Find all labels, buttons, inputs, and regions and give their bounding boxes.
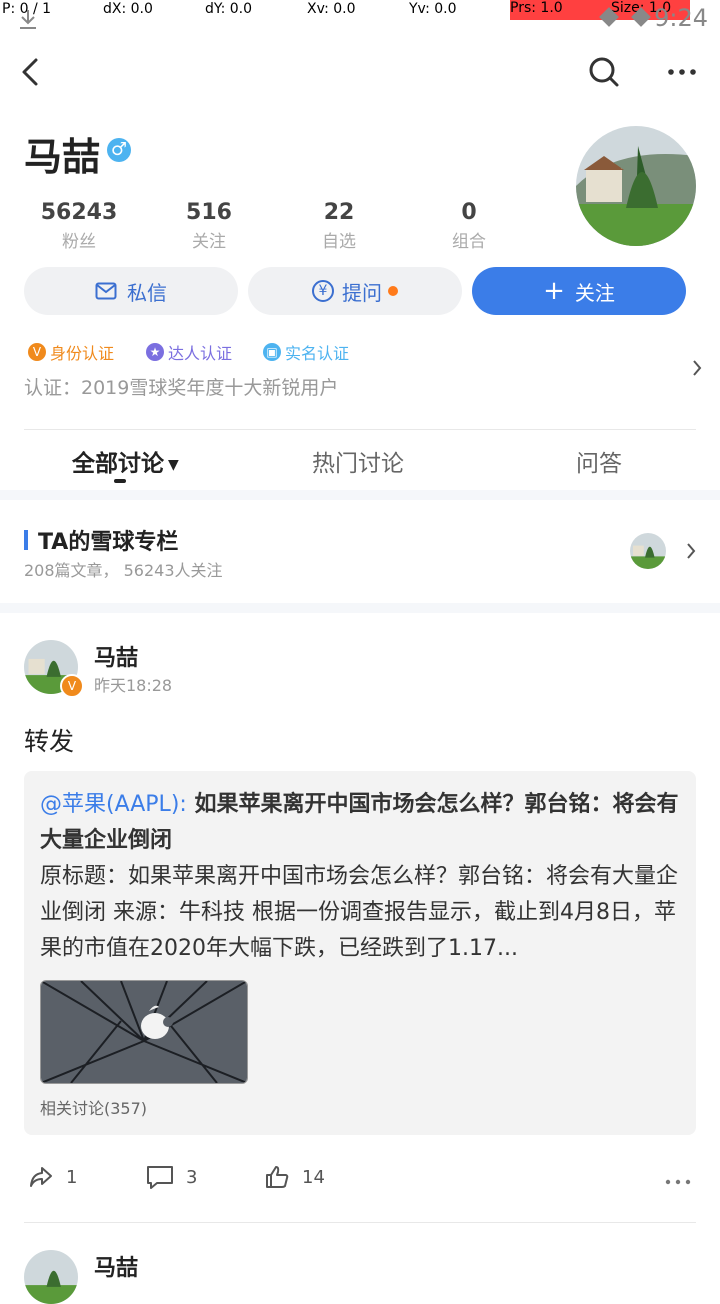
debug-yv: Yv: 0.0 <box>409 1 457 17</box>
column-avatar[interactable] <box>630 533 666 569</box>
badge-label: 实名认证 <box>285 344 350 363</box>
realname-badge[interactable]: ▣ 实名认证 <box>263 340 349 364</box>
v-badge-icon: V <box>28 343 46 361</box>
star-badge-icon: ★ <box>146 343 164 361</box>
stat-label: 自选 <box>322 232 356 252</box>
tab-label: 热门讨论 <box>312 451 404 477</box>
column-title-text: TA的雪球专栏 <box>38 530 179 555</box>
tab-qa[interactable]: 问答 <box>576 444 622 478</box>
follow-button[interactable]: + 关注 <box>472 267 686 315</box>
debug-dy: dY: 0.0 <box>205 1 253 17</box>
stat-portfolios[interactable]: 0 组合 <box>409 200 529 252</box>
tab-hot-discussions[interactable]: 热门讨论 <box>312 444 404 478</box>
post-body: 转发 <box>24 727 75 756</box>
post-author[interactable]: 马喆 <box>94 1250 138 1282</box>
more-icon[interactable] <box>662 52 702 92</box>
badge-label: 身份认证 <box>50 344 115 363</box>
column-subtitle: 208篇文章， 56243人关注 <box>24 561 223 580</box>
follow-label: 关注 <box>574 280 615 305</box>
plus-icon: + <box>543 276 565 306</box>
quote-image[interactable] <box>40 980 248 1084</box>
stat-label: 组合 <box>452 232 486 252</box>
avatar[interactable] <box>576 126 696 246</box>
debug-dx: dX: 0.0 <box>103 1 153 17</box>
stat-value: 22 <box>323 200 355 225</box>
quoted-post[interactable]: @苹果(AAPL): 如果苹果离开中国市场会怎么样？郭台铭：将会有大量企业倒闭 … <box>24 771 696 1135</box>
post-avatar[interactable] <box>24 1250 78 1304</box>
share-icon <box>30 1167 52 1187</box>
column-title[interactable]: TA的雪球专栏 <box>24 524 178 556</box>
divider <box>24 1222 696 1223</box>
badge-label: 达人认证 <box>168 344 233 363</box>
debug-xv: Xv: 0.0 <box>307 1 356 17</box>
stat-following[interactable]: 516 关注 <box>149 200 269 252</box>
download-icon <box>20 10 36 29</box>
message-button[interactable]: 私信 <box>24 267 238 315</box>
tab-label: 全部讨论 <box>72 451 164 477</box>
tab-all-discussions[interactable]: 全部讨论 ▼ <box>72 444 179 478</box>
post-author[interactable]: 马喆 <box>94 640 138 672</box>
quote-mention[interactable]: @苹果(AAPL): <box>40 792 187 817</box>
related-discussions[interactable]: 相关讨论(357) <box>40 1095 147 1119</box>
status-time: 9:24 <box>654 4 708 32</box>
identity-badge[interactable]: V 身份认证 <box>28 340 114 364</box>
id-card-icon: ▣ <box>263 343 281 361</box>
stat-watchlist[interactable]: 22 自选 <box>279 200 399 252</box>
like-button[interactable]: 14 <box>264 1164 325 1190</box>
repost-count: 1 <box>66 1166 78 1188</box>
comment-icon <box>147 1166 173 1189</box>
section-separator <box>0 603 720 613</box>
stat-value: 516 <box>186 200 232 225</box>
comment-count: 3 <box>186 1166 198 1188</box>
repost-button[interactable]: 1 <box>28 1164 77 1190</box>
certification-text: 认证：2019雪球奖年度十大新锐用户 <box>24 377 339 399</box>
thumbs-up-icon <box>266 1166 289 1188</box>
stat-followers[interactable]: 56243 粉丝 <box>19 200 139 252</box>
search-icon[interactable] <box>584 52 624 92</box>
like-count: 14 <box>302 1166 325 1188</box>
ask-button[interactable]: ¥ 提问 <box>248 267 462 315</box>
caret-down-icon: ▼ <box>168 456 179 473</box>
title-accent-bar <box>24 530 28 550</box>
tab-label: 问答 <box>576 451 622 477</box>
chevron-right-icon[interactable] <box>690 358 704 378</box>
post-time: 昨天18:28 <box>94 676 173 695</box>
more-icon[interactable] <box>664 1172 692 1192</box>
mail-icon <box>95 282 117 300</box>
comment-button[interactable]: 3 <box>146 1164 197 1190</box>
quote-text: 原标题：如果苹果离开中国市场会怎么样？郭台铭：将会有大量企业倒闭 来源：牛科技 … <box>40 864 679 961</box>
quote-heading: @苹果(AAPL): 如果苹果离开中国市场会怎么样？郭台铭：将会有大量企业倒闭 <box>40 787 680 859</box>
stat-value: 56243 <box>40 200 118 225</box>
stat-value: 0 <box>461 200 477 225</box>
message-label: 私信 <box>127 280 167 305</box>
profile-name: 马喆 <box>24 135 101 179</box>
debug-prs: Prs: 1.0 <box>510 0 611 20</box>
chevron-right-icon[interactable] <box>684 541 698 561</box>
expert-badge[interactable]: ★ 达人认证 <box>146 340 232 364</box>
back-icon[interactable] <box>14 52 54 92</box>
stat-label: 粉丝 <box>62 232 96 252</box>
ask-label: 提问 <box>342 280 382 305</box>
male-icon: ♂ <box>107 138 131 162</box>
notification-dot <box>388 286 398 296</box>
divider <box>24 429 696 430</box>
yuan-icon: ¥ <box>312 280 334 302</box>
stat-label: 关注 <box>192 232 226 252</box>
tab-indicator <box>114 479 126 483</box>
section-separator <box>0 490 720 500</box>
verified-v-icon: V <box>60 674 84 698</box>
